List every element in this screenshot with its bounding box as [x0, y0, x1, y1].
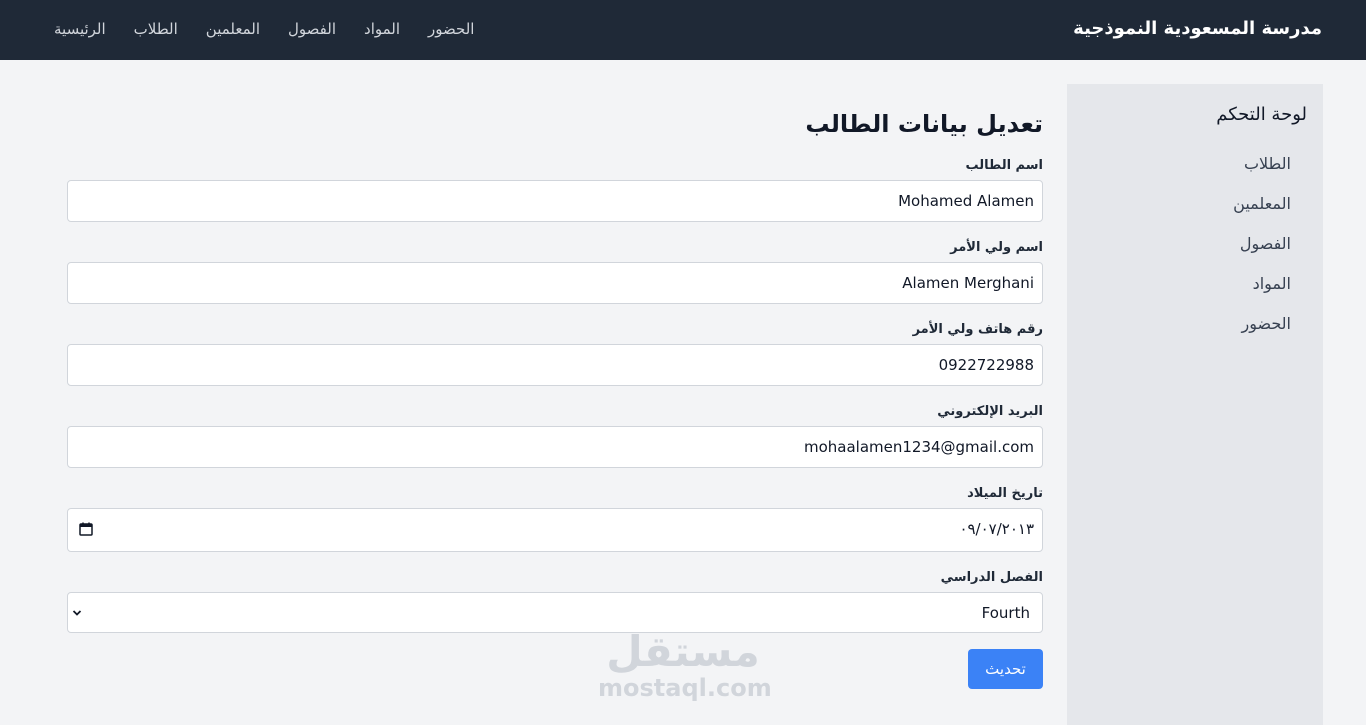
sidebar-item-classes[interactable]: الفصول [1091, 232, 1291, 272]
sidebar-item-subjects[interactable]: المواد [1091, 272, 1291, 312]
guardian-name-input[interactable] [67, 262, 1043, 304]
guardian-phone-label: رقم هاتف ولي الأمر [912, 322, 1043, 337]
school-brand[interactable]: مدرسة المسعودية النموذجية [1073, 18, 1322, 39]
main-nav: الرئيسية الطلاب المعلمين الفصول المواد ا… [54, 20, 474, 42]
chevron-down-icon [72, 610, 82, 616]
sidebar-item-attendance[interactable]: الحضور [1091, 312, 1291, 352]
student-name-input[interactable] [67, 180, 1043, 222]
birth-date-label: تاريخ الميلاد [967, 486, 1043, 501]
top-navbar: مدرسة المسعودية النموذجية الرئيسية الطلا… [0, 0, 1366, 60]
email-input[interactable] [67, 426, 1043, 468]
nav-link-attendance[interactable]: الحضور [428, 20, 474, 42]
nav-link-students[interactable]: الطلاب [134, 20, 178, 42]
page-title: تعديل بيانات الطالب [805, 110, 1043, 138]
birth-date-input[interactable]: ٠٩/٠٧/٢٠١٣ [67, 508, 1043, 552]
student-name-label: اسم الطالب [965, 158, 1044, 173]
sidebar-menu: الطلاب المعلمين الفصول المواد الحضور [1091, 152, 1291, 352]
nav-link-subjects[interactable]: المواد [364, 20, 400, 42]
update-button[interactable]: تحديث [968, 649, 1043, 689]
sidebar: لوحة التحكم الطلاب المعلمين الفصول الموا… [1067, 84, 1323, 725]
birth-date-value: ٠٩/٠٧/٢٠١٣ [959, 520, 1034, 538]
nav-link-teachers[interactable]: المعلمين [206, 20, 260, 42]
class-selected-value: Fourth [981, 604, 1030, 622]
email-label: البريد الإلكتروني [937, 404, 1043, 419]
nav-link-classes[interactable]: الفصول [288, 20, 336, 42]
sidebar-item-teachers[interactable]: المعلمين [1091, 192, 1291, 232]
class-label: الفصل الدراسي [940, 570, 1043, 585]
sidebar-item-students[interactable]: الطلاب [1091, 152, 1291, 192]
guardian-name-label: اسم ولي الأمر [950, 240, 1043, 255]
edit-student-form: تعديل بيانات الطالب اسم الطالب اسم ولي ا… [67, 84, 1043, 704]
guardian-phone-input[interactable] [67, 344, 1043, 386]
nav-link-home[interactable]: الرئيسية [54, 20, 106, 42]
calendar-icon[interactable] [79, 522, 93, 536]
sidebar-title: لوحة التحكم [1216, 104, 1307, 125]
class-select[interactable]: Fourth [67, 592, 1043, 633]
